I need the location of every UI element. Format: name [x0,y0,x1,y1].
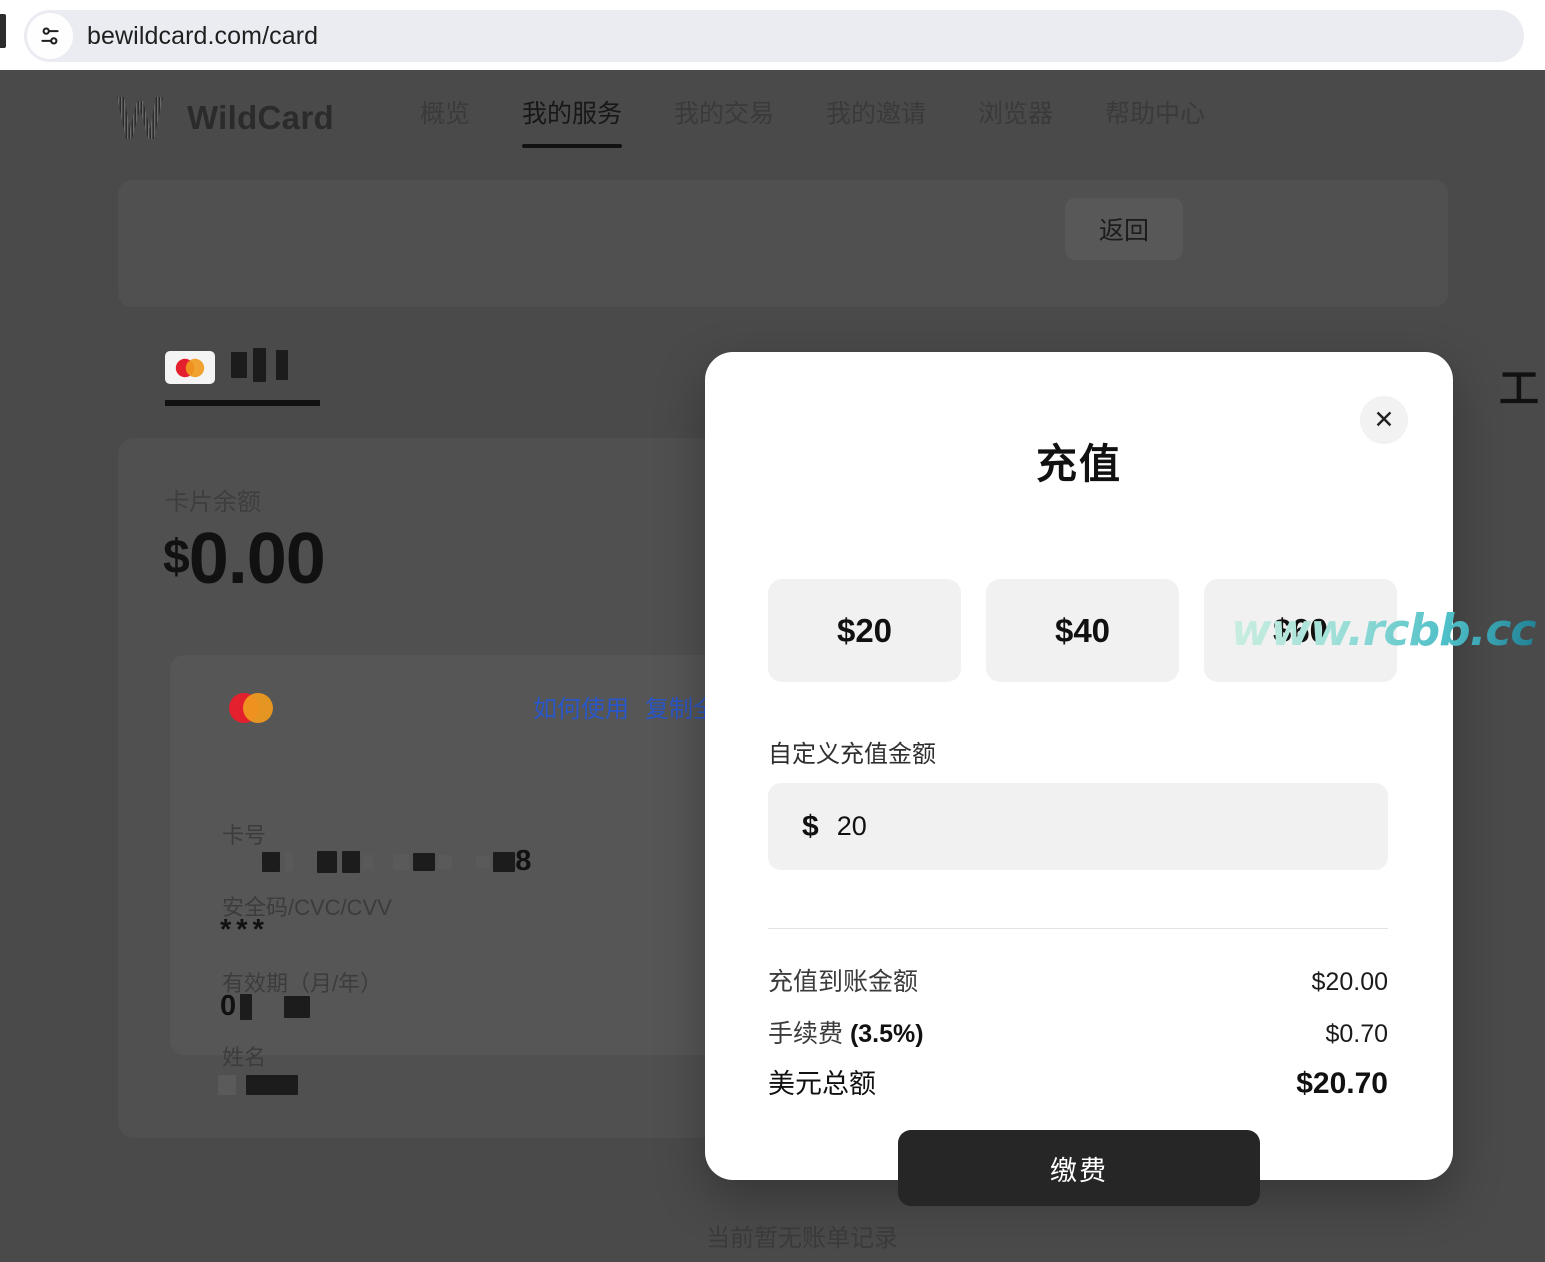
custom-amount-input[interactable] [836,811,1317,842]
url-text: bewildcard.com/card [87,21,319,50]
custom-amount-label: 自定义充值金额 [768,741,936,768]
credited-label: 充值到账金额 [768,968,919,996]
address-bar[interactable]: bewildcard.com/card [24,10,1524,62]
total-label: 美元总额 [768,1069,876,1099]
submit-payment-button[interactable]: 缴费 [898,1130,1260,1206]
site-settings-icon[interactable] [27,13,73,59]
modal-title: 充值 [1036,441,1122,487]
summary-row-credited: 充值到账金额 $20.00 [768,962,1388,998]
fee-percent: (3.5%) [849,1020,924,1048]
summary-divider [768,928,1388,929]
summary-row-total: 美元总额 $20.70 [768,1062,1388,1101]
fee-label: 手续费 (3.5%) [768,1020,924,1048]
amount-option-60[interactable]: $60 [1204,579,1397,682]
credited-amount: $20.00 [1311,968,1388,996]
summary-row-fee: 手续费 (3.5%) $0.70 [768,1014,1388,1050]
app-page: WildCard 概览 我的服务 我的交易 我的邀请 浏览器 帮助中心 返回 卡… [0,70,1545,1262]
browser-tab-edge[interactable] [0,14,6,48]
currency-symbol: $ [802,809,819,843]
screen-root: bewildcard.com/card WildCard 概览 我的服务 我的交… [0,0,1545,1262]
modal-overlay: ✕ 充值 $20 $40 $60 自定义充值金额 $ 充值到账金额 $20.00 [0,70,1545,1262]
quick-amount-options: $20 $40 $60 [768,579,1397,682]
amount-option-40[interactable]: $40 [986,579,1179,682]
custom-amount-field[interactable]: $ [768,783,1388,870]
total-amount: $20.70 [1296,1067,1388,1100]
fee-amount: $0.70 [1325,1020,1388,1048]
browser-toolbar: bewildcard.com/card [0,0,1545,70]
amount-option-20[interactable]: $20 [768,579,961,682]
topup-modal: ✕ 充值 $20 $40 $60 自定义充值金额 $ 充值到账金额 $20.00 [705,352,1453,1206]
